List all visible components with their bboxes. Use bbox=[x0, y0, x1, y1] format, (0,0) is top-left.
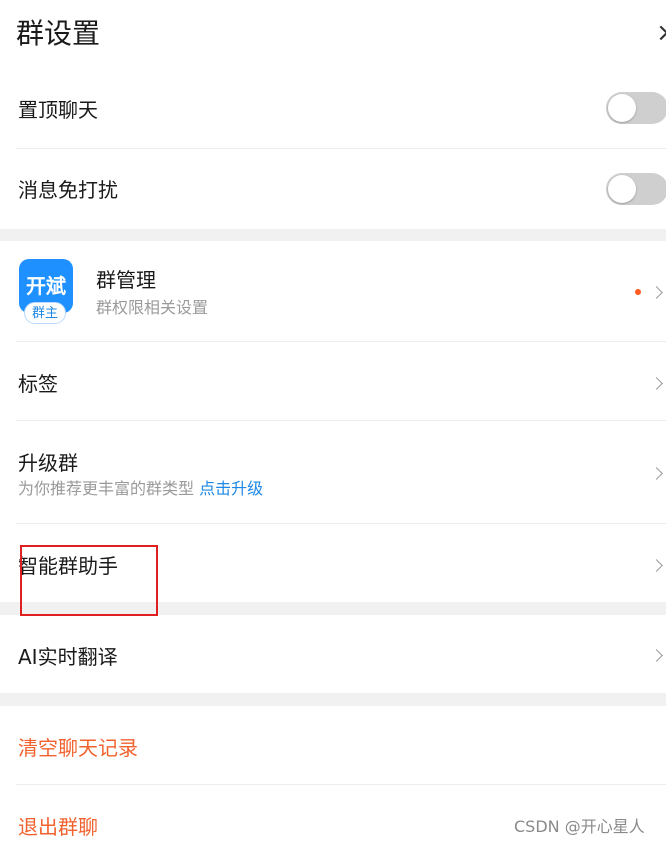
dnd-label: 消息免打扰 bbox=[18, 178, 118, 202]
owner-badge: 群主 bbox=[24, 302, 66, 324]
chevron-right-icon bbox=[650, 467, 663, 480]
upgrade-hint-text: 为你推荐更丰富的群类型 bbox=[18, 479, 195, 498]
chevron-right-icon bbox=[650, 559, 663, 572]
clear-history-label: 清空聊天记录 bbox=[18, 736, 138, 760]
section-separator bbox=[0, 693, 666, 706]
group-manage-subtitle: 群权限相关设置 bbox=[96, 298, 209, 317]
highlight-box bbox=[20, 545, 158, 616]
dnd-row: 消息免打扰 bbox=[0, 149, 666, 229]
section-separator bbox=[0, 229, 666, 241]
clear-history-row[interactable]: 清空聊天记录 bbox=[0, 706, 666, 784]
toggle-knob bbox=[608, 175, 636, 203]
chevron-right-icon bbox=[650, 649, 663, 662]
upgrade-label: 升级群 bbox=[18, 451, 78, 475]
translate-label: AI实时翻译 bbox=[18, 645, 118, 669]
toggle-knob bbox=[608, 94, 636, 122]
pin-chat-toggle[interactable] bbox=[606, 92, 666, 124]
tags-row[interactable]: 标签 bbox=[0, 342, 666, 420]
upgrade-hint: 为你推荐更丰富的群类型 点击升级 bbox=[18, 478, 263, 500]
tags-label: 标签 bbox=[18, 372, 58, 396]
pin-chat-label: 置顶聊天 bbox=[18, 98, 98, 122]
close-icon[interactable]: × bbox=[656, 18, 666, 48]
chevron-right-icon bbox=[650, 377, 663, 390]
translate-row[interactable]: AI实时翻译 bbox=[0, 615, 666, 693]
pin-chat-row: 置顶聊天 bbox=[0, 70, 666, 148]
group-manage-title: 群管理 bbox=[96, 268, 156, 292]
watermark: CSDN @开心星人 bbox=[514, 817, 645, 836]
page-title: 群设置 bbox=[16, 17, 101, 50]
notification-dot bbox=[635, 289, 641, 295]
upgrade-link[interactable]: 点击升级 bbox=[199, 479, 263, 498]
upgrade-row[interactable]: 升级群 为你推荐更丰富的群类型 点击升级 bbox=[0, 421, 666, 523]
exit-group-label: 退出群聊 bbox=[18, 815, 98, 839]
dnd-toggle[interactable] bbox=[606, 173, 666, 205]
